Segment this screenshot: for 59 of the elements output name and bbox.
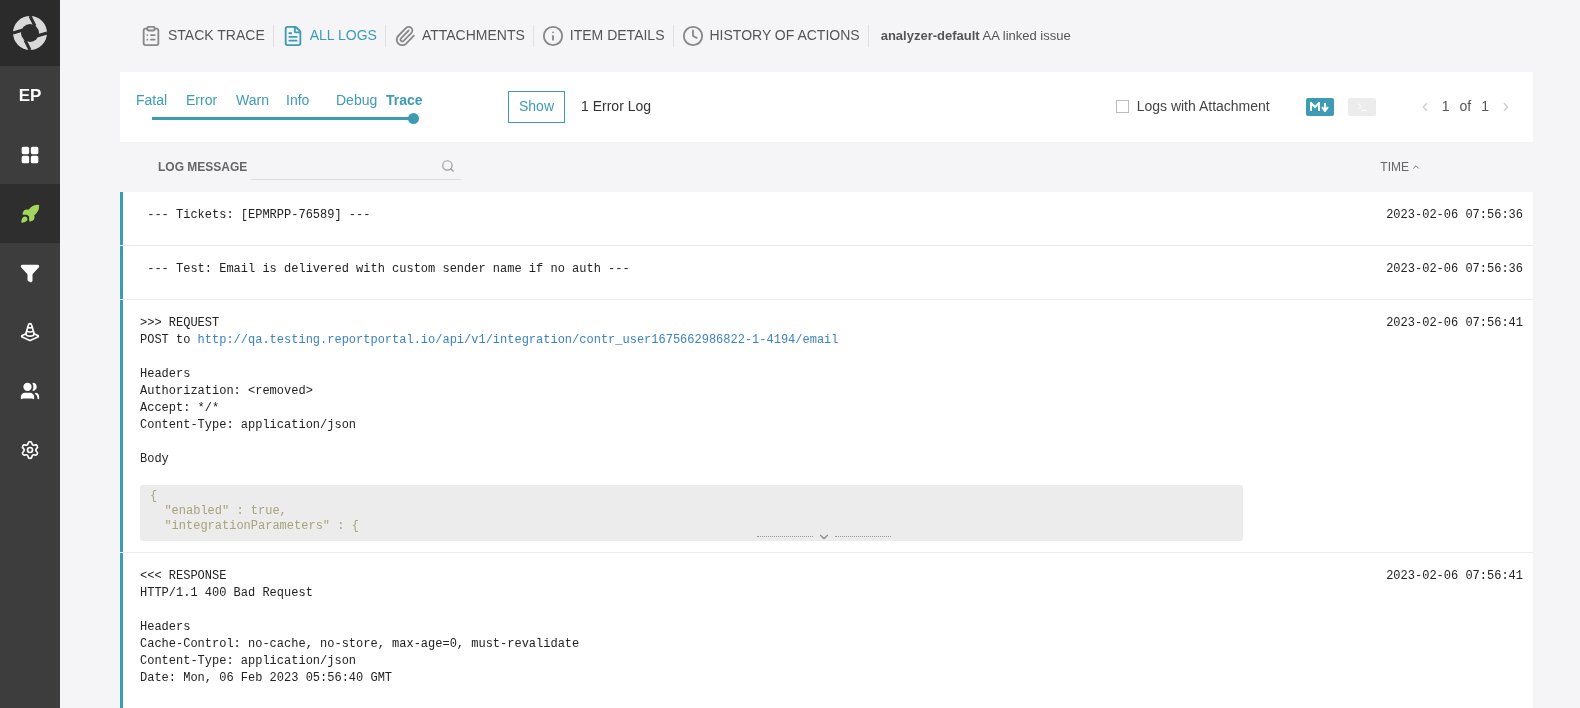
log-level-option[interactable]: Fatal bbox=[136, 89, 186, 111]
settings-icon bbox=[20, 439, 40, 460]
clock-icon bbox=[681, 24, 704, 47]
log-time: 2023-02-06 07:56:41 bbox=[1386, 568, 1523, 585]
checkbox[interactable] bbox=[1115, 100, 1129, 114]
time-sort-header[interactable]: TIME bbox=[1380, 157, 1421, 176]
log-level-option[interactable]: Error bbox=[186, 89, 236, 111]
log-level-option[interactable]: Trace bbox=[386, 89, 436, 111]
info-icon bbox=[541, 24, 564, 47]
log-line: <<< RESPONSE bbox=[140, 568, 228, 585]
url-link[interactable]: http://qa.testing.reportportal.io/api/v1/integration/contr_user1675662986822-1-4194/email bbox=[197, 332, 839, 349]
code-block: { "enabled" : true, "integrationParameters" : { bbox=[140, 485, 1243, 541]
log-line: Content-Type: application/json bbox=[140, 417, 358, 434]
tab[interactable]: STACK TRACE bbox=[132, 20, 273, 51]
log-time: 2023-02-06 07:56:36 bbox=[1386, 207, 1523, 224]
log-line: >>> REQUEST bbox=[140, 315, 221, 332]
tab[interactable]: ITEM DETAILS bbox=[533, 20, 673, 51]
show-button[interactable]: Show bbox=[508, 90, 566, 123]
error-count: 1 Error Log bbox=[581, 97, 652, 117]
project-label: EP bbox=[18, 84, 42, 107]
column-header: LOG MESSAGE bbox=[158, 158, 248, 176]
log-line: HTTP/1.1 400 Bad Request bbox=[140, 585, 314, 602]
level-slider[interactable] bbox=[152, 112, 419, 124]
log-level-option[interactable]: Info bbox=[286, 89, 336, 111]
paperclip-icon bbox=[393, 24, 416, 47]
page-total: 1 bbox=[1481, 97, 1489, 117]
tab[interactable]: HISTORY OF ACTIONS bbox=[673, 20, 868, 51]
log-line: Accept: */* bbox=[140, 400, 221, 417]
rocket-icon bbox=[20, 203, 40, 224]
log-line: Cache-Control: no-cache, no-store, max-age=0, must-revalidate bbox=[140, 636, 581, 653]
page-of: of bbox=[1459, 97, 1472, 117]
log-line: POST to bbox=[140, 332, 192, 349]
page-current: 1 bbox=[1441, 97, 1450, 117]
analyzer-note: analyzer-default AA linked issue bbox=[880, 27, 1071, 46]
log-line: --- Tickets: [EPMRPP-76589] --- bbox=[146, 207, 372, 224]
log-line: Headers bbox=[140, 366, 192, 383]
grid-icon bbox=[20, 144, 40, 165]
log-line: Headers bbox=[140, 619, 192, 636]
log-time: 2023-02-06 07:56:36 bbox=[1386, 261, 1523, 278]
log-line: Authorization: <removed> bbox=[140, 383, 314, 400]
clipboard-icon bbox=[140, 24, 162, 47]
search-icon bbox=[441, 159, 456, 174]
log-line: Content-Type: application/json bbox=[140, 653, 358, 670]
aperture-logo-icon bbox=[11, 14, 49, 52]
log-level-option[interactable]: Warn bbox=[236, 89, 286, 111]
sidebar-item[interactable]: EP bbox=[0, 66, 60, 125]
tab[interactable]: ATTACHMENTS bbox=[385, 20, 533, 51]
log-line: --- Test: Email is delivered with custom sender name if no auth --- bbox=[146, 261, 631, 278]
sidebar-item[interactable] bbox=[0, 184, 60, 243]
checkbox-label: Logs with Attachment bbox=[1136, 97, 1270, 117]
tab[interactable]: ALL LOGS bbox=[273, 20, 385, 51]
log-line: Body bbox=[140, 451, 170, 468]
log-level-option[interactable]: Debug bbox=[336, 89, 386, 111]
markdown-mode-button[interactable] bbox=[1305, 97, 1334, 116]
filter-icon bbox=[20, 262, 40, 283]
cone-icon bbox=[20, 321, 40, 342]
log-line: Date: Mon, 06 Feb 2023 05:56:40 GMT bbox=[140, 670, 394, 687]
log-time: 2023-02-06 07:56:41 bbox=[1386, 315, 1523, 332]
users-icon bbox=[20, 380, 40, 401]
